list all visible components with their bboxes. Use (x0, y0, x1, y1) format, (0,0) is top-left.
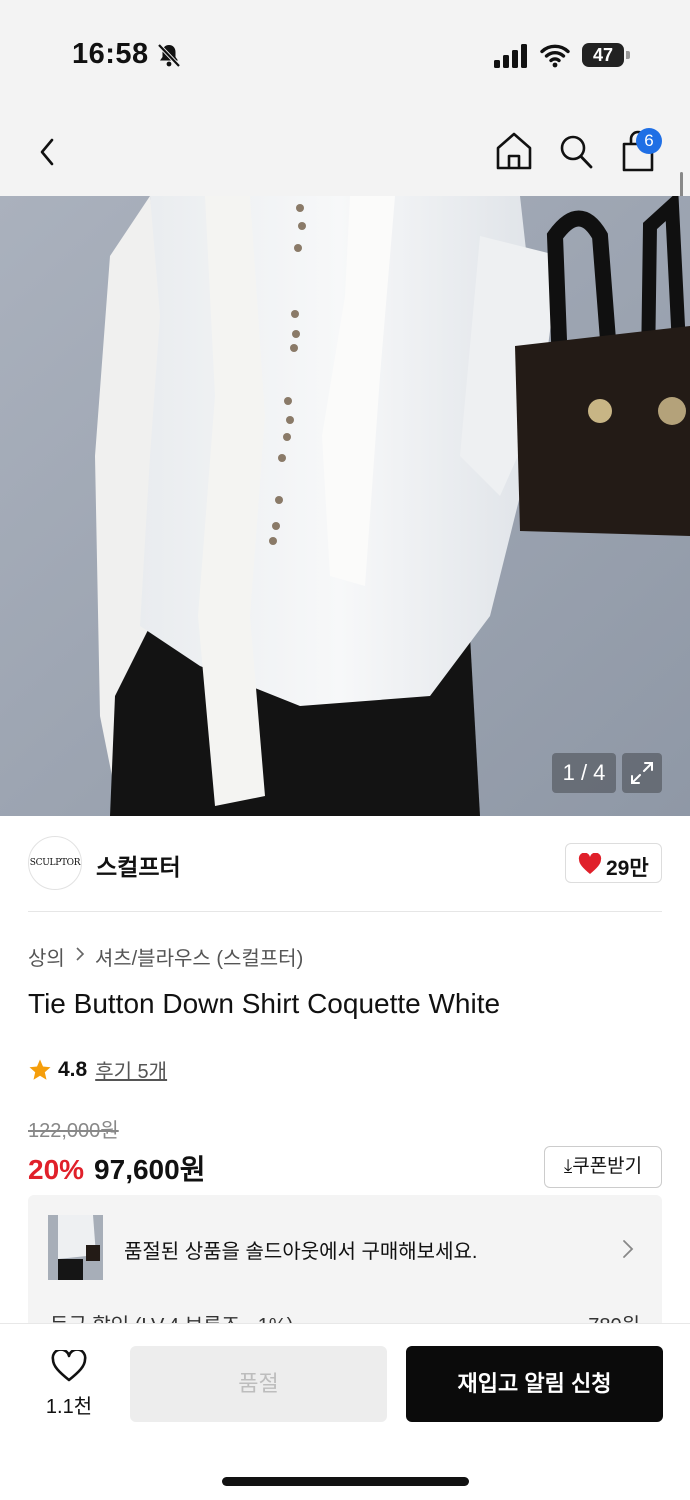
battery-level: 47 (582, 43, 624, 67)
back-button[interactable] (30, 132, 66, 172)
brand-row[interactable]: SCULPTOR 스컬프터 29만 (0, 816, 690, 912)
original-price: 122,000원 (28, 1120, 119, 1142)
breadcrumb-subcategory[interactable]: 셔츠/블라우스 (스컬프터) (95, 942, 303, 971)
rating-value: 4.8 (58, 1057, 88, 1081)
sale-price: 97,600원 (94, 1154, 206, 1185)
soldout-thumbnail (48, 1215, 103, 1280)
wishlist-button[interactable]: 1.1천 (36, 1350, 102, 1418)
review-link[interactable]: 후기 5개 (95, 1055, 167, 1084)
bottom-action-bar: 1.1천 품절 재입고 알림 신청 (0, 1323, 690, 1500)
breadcrumb: 상의 셔츠/블라우스 (스컬프터) (28, 942, 303, 971)
chevron-right-icon (623, 1240, 634, 1258)
brand-like-count: 29만 (606, 857, 649, 880)
battery-icon: 47 (582, 43, 630, 67)
status-bar: 16:58 47 (0, 0, 690, 110)
restock-alert-button[interactable]: 재입고 알림 신청 (406, 1346, 663, 1422)
product-title: Tie Button Down Shirt Coquette White (28, 988, 501, 1019)
bell-muted-icon (157, 43, 181, 68)
price-row: 20% 97,600원 (28, 1148, 205, 1188)
heart-icon (578, 853, 602, 874)
soldout-button: 품절 (130, 1346, 387, 1422)
home-indicator (222, 1477, 469, 1486)
expand-icon (631, 762, 653, 784)
wifi-icon (540, 44, 570, 68)
brand-like-button[interactable]: 29만 (565, 843, 662, 883)
breadcrumb-category[interactable]: 상의 (28, 942, 65, 971)
rating-row: 4.8 후기 5개 (28, 1055, 167, 1084)
brand-name[interactable]: 스컬프터 (96, 848, 181, 882)
star-icon (29, 1059, 51, 1080)
cart-count-badge: 6 (636, 128, 662, 154)
back-icon (40, 138, 54, 166)
discount-rate: 20% (28, 1154, 85, 1185)
cart-button[interactable]: 6 (618, 126, 664, 172)
wishlist-count: 1.1천 (45, 1396, 93, 1418)
home-button[interactable] (494, 130, 534, 172)
top-nav-bar: 6 (0, 110, 690, 196)
soldout-banner-text: 품절된 상품을 솔드아웃에서 구매해보세요. (124, 1241, 478, 1263)
soldout-banner[interactable]: 품절된 상품을 솔드아웃에서 구매해보세요. 등급 할인 (LV.4 브론즈 ·… (28, 1195, 662, 1335)
coupon-download-button[interactable]: ⤓쿠폰받기 (544, 1146, 662, 1188)
product-photo-illustration (0, 196, 690, 816)
home-icon (496, 132, 532, 170)
search-icon (560, 135, 593, 169)
brand-logo[interactable]: SCULPTOR (28, 836, 82, 890)
signal-icon (494, 44, 527, 68)
status-time: 16:58 (72, 38, 149, 70)
divider (28, 911, 662, 912)
image-counter: 1 / 4 (552, 753, 616, 793)
expand-image-button[interactable] (622, 753, 662, 793)
product-image[interactable] (0, 196, 690, 816)
chevron-right-icon (75, 945, 85, 968)
heart-outline-icon (51, 1350, 87, 1382)
search-button[interactable] (556, 130, 596, 172)
